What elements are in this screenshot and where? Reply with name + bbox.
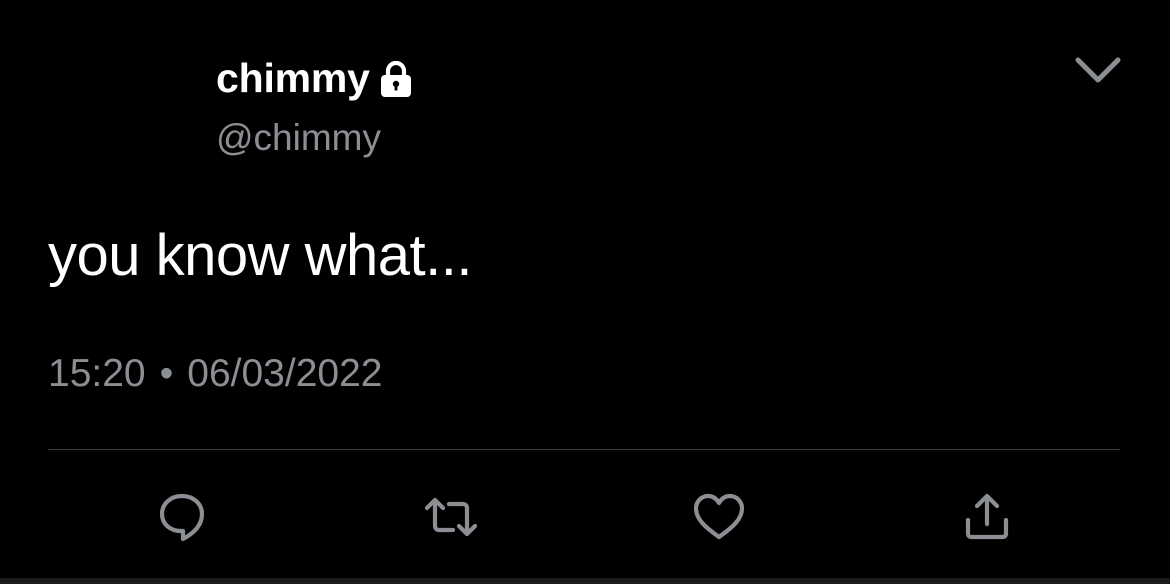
tweet-timestamp[interactable]: 15:20 • 06/03/2022 — [48, 348, 382, 400]
author-row[interactable]: chimmy — [216, 52, 416, 104]
tweet-text: you know what... — [48, 223, 473, 288]
heart-icon — [692, 490, 746, 544]
share-button[interactable] — [960, 490, 1014, 544]
tweet-card: chimmy @chimmy you know what... 15:20 • … — [0, 0, 1170, 584]
lock-icon — [376, 59, 416, 99]
like-button[interactable] — [692, 490, 746, 544]
retweet-button[interactable] — [424, 490, 478, 544]
retweet-icon — [424, 490, 478, 544]
user-handle[interactable]: @chimmy — [216, 114, 381, 162]
divider — [48, 449, 1120, 450]
tweet-time: 15:20 — [48, 352, 146, 395]
share-icon — [960, 490, 1014, 544]
reply-button[interactable] — [155, 490, 209, 544]
chevron-down-icon[interactable] — [1072, 50, 1124, 90]
timestamp-separator: • — [159, 352, 174, 395]
display-name[interactable]: chimmy — [216, 52, 370, 104]
reply-icon — [155, 490, 209, 544]
bottom-edge — [0, 578, 1170, 584]
tweet-date: 06/03/2022 — [187, 352, 383, 395]
